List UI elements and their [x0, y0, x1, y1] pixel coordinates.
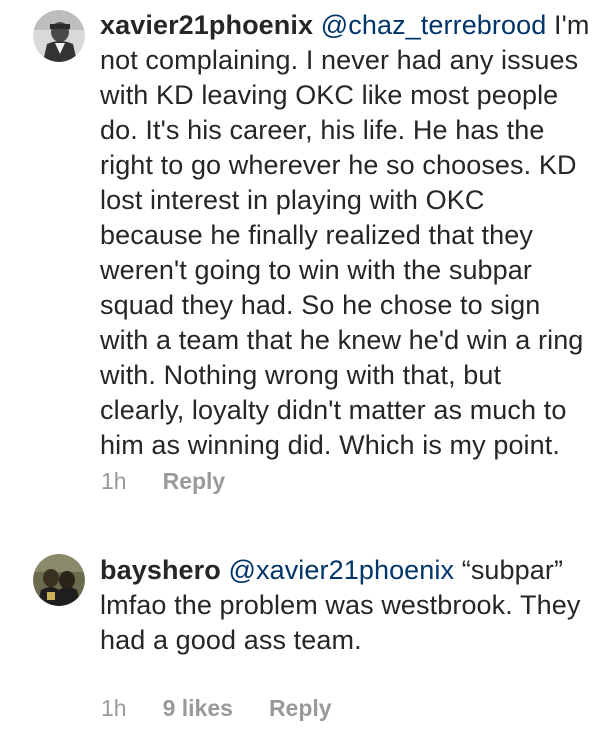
- comment-username[interactable]: bayshero: [100, 555, 221, 585]
- comment-meta: 1h 9 likes Reply: [101, 695, 332, 722]
- comment-body: xavier21phoenix @chaz_terrebrood I'm not…: [100, 8, 591, 463]
- comment-text: I'm not complaining. I never had any iss…: [100, 10, 590, 460]
- comment-mention[interactable]: @chaz_terrebrood: [321, 10, 547, 40]
- comment-body: bayshero @xavier21phoenix “subpar” lmfao…: [100, 553, 591, 658]
- avatar-image: [33, 554, 85, 606]
- comment-item: bayshero @xavier21phoenix “subpar” lmfao…: [0, 540, 601, 750]
- comments-thread: xavier21phoenix @chaz_terrebrood I'm not…: [0, 0, 601, 750]
- reply-button[interactable]: Reply: [269, 695, 332, 722]
- comment-likes[interactable]: 9 likes: [163, 695, 233, 722]
- comment-time: 1h: [101, 695, 127, 721]
- comment-time: 1h: [101, 468, 127, 494]
- avatar-image: [33, 10, 85, 62]
- avatar[interactable]: [33, 554, 85, 606]
- comment-username[interactable]: xavier21phoenix: [100, 10, 313, 40]
- comment-item: xavier21phoenix @chaz_terrebrood I'm not…: [0, 0, 601, 515]
- reply-button[interactable]: Reply: [163, 468, 226, 495]
- comment-meta: 1h Reply: [101, 468, 225, 495]
- avatar[interactable]: [33, 10, 85, 62]
- comment-mention[interactable]: @xavier21phoenix: [228, 555, 454, 585]
